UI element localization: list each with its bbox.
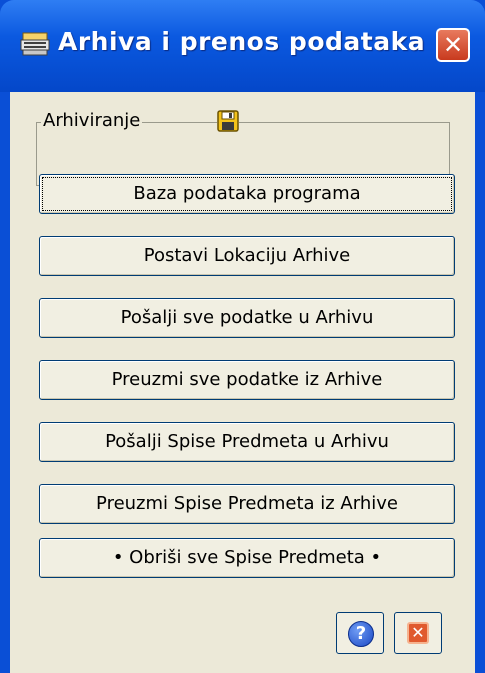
help-button[interactable]: ? (336, 612, 384, 654)
retrieve-all-data-from-archive-button[interactable]: Preuzmi sve podatke iz Arhive (39, 360, 455, 400)
retrieve-case-files-from-archive-button[interactable]: Preuzmi Spise Predmeta iz Arhive (39, 484, 455, 524)
title-bar[interactable]: Arhiva i prenos podataka ✕ (0, 0, 485, 92)
archiving-group-label: Arhiviranje (41, 110, 143, 131)
dialog-client-area: Arhiviranje Baza podataka programa Posta… (10, 92, 475, 673)
help-icon: ? (348, 621, 374, 647)
delete-all-case-files-button[interactable]: • Obriši sve Spise Predmeta • (39, 538, 455, 578)
window-close-button[interactable]: ✕ (436, 28, 470, 62)
window-title: Arhiva i prenos podataka (58, 27, 426, 56)
send-case-files-to-archive-button[interactable]: Pošalji Spise Predmeta u Arhivu (39, 422, 455, 462)
send-all-data-to-archive-button[interactable]: Pošalji sve podatke u Arhivu (39, 298, 455, 338)
archive-window: Arhiva i prenos podataka ✕ Arhiviranje B… (0, 0, 485, 673)
set-archive-location-button[interactable]: Postavi Lokaciju Arhive (39, 236, 455, 276)
floppy-disk-icon (217, 110, 239, 132)
close-dialog-button[interactable]: ✕ (394, 612, 442, 654)
database-program-button[interactable]: Baza podataka programa (39, 174, 455, 214)
close-icon: ✕ (442, 31, 464, 59)
archive-app-icon (20, 32, 50, 56)
close-icon: ✕ (407, 622, 429, 644)
